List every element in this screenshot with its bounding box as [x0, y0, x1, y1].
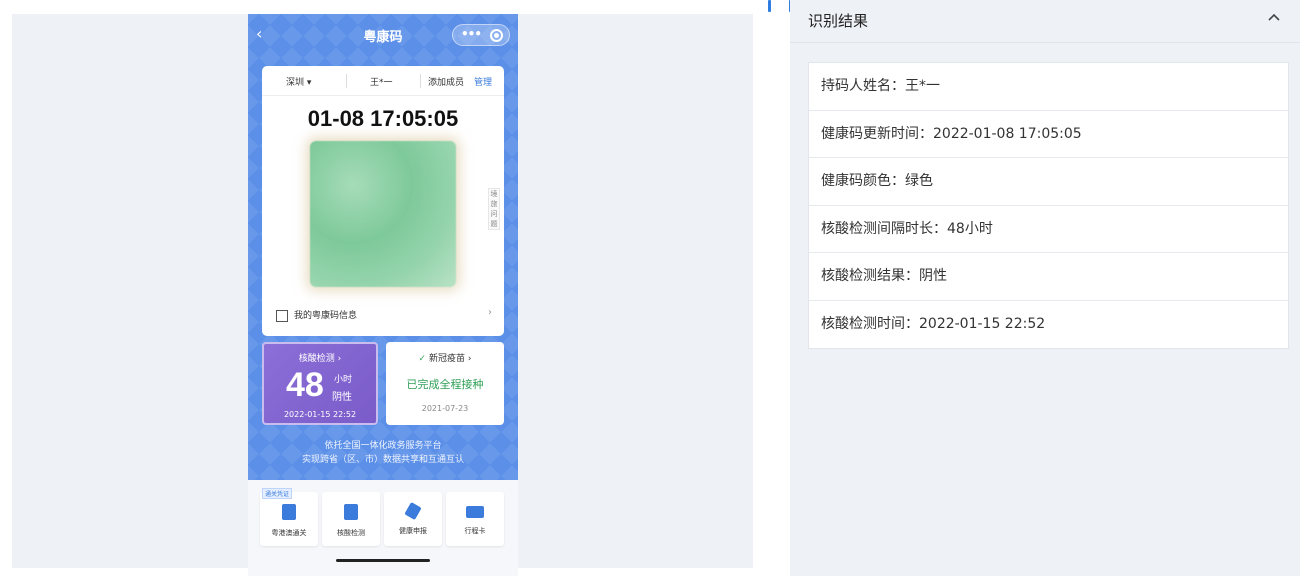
- manage-link[interactable]: 管理: [474, 75, 492, 88]
- update-time: 01-08 17:05:05: [307, 106, 459, 131]
- vaccine-card[interactable]: ✓ 新冠疫苗 › 已完成全程接种 2021-07-23: [386, 342, 504, 425]
- side-label[interactable]: 境 旅 问 题: [488, 188, 500, 230]
- qr-code: [310, 141, 456, 287]
- result-row: 核酸检测时间：2022-01-15 22:52: [821, 315, 1046, 332]
- phone-screenshot: ‹ 粤康码 ••• 深圳 ▾ 王*一 添加成员 管理 01-08 17:05:0…: [248, 14, 518, 576]
- health-code-card: 深圳 ▾ 王*一 添加成员 管理 01-08 17:05:05 境 旅 问 题 …: [262, 66, 504, 336]
- slogan-line-1: 依托全国一体化政务服务平台: [324, 441, 442, 451]
- vaccine-date: 2021-07-23: [421, 404, 469, 413]
- health-code-header-bg: ‹ 粤康码 ••• 深圳 ▾ 王*一 添加成员 管理 01-08 17:05:0…: [248, 14, 518, 480]
- result-row: 健康码颜色：绿色: [809, 158, 1288, 206]
- service-customs[interactable]: 通关凭证 粤港澳通关: [260, 488, 318, 546]
- hours-unit: 小时: [334, 375, 353, 385]
- divider-accent: [768, 0, 771, 12]
- nucleic-test-label: 核酸检测 ›: [298, 354, 342, 364]
- target-icon[interactable]: [490, 29, 503, 42]
- mini-program-capsule[interactable]: •••: [452, 24, 510, 46]
- service-nucleic[interactable]: 核酸检测: [322, 492, 380, 546]
- qr-small-icon: [276, 309, 288, 322]
- nucleic-test-hours: 48: [286, 366, 324, 404]
- service-label: 健康申报: [399, 527, 427, 535]
- service-label: 核酸检测: [337, 529, 365, 537]
- slogan-line-2: 实现跨省（区、市）数据共享和互通互认: [301, 455, 464, 465]
- service-label: 行程卡: [464, 527, 486, 535]
- chevron-up-icon[interactable]: [1268, 12, 1280, 24]
- pen-icon: [404, 501, 422, 521]
- my-info-label: 我的粤康码信息: [294, 311, 358, 321]
- card-icon: [466, 506, 484, 518]
- result-panel-header[interactable]: 识别结果: [790, 0, 1300, 43]
- service-bar: 通关凭证 粤港澳通关 核酸检测 健康申报 行程卡: [260, 488, 506, 548]
- service-itinerary[interactable]: 行程卡: [446, 492, 504, 546]
- page: ‹ 粤康码 ••• 深圳 ▾ 王*一 添加成员 管理 01-08 17:05:0…: [0, 0, 1300, 576]
- add-member-link[interactable]: 添加成员: [428, 75, 464, 88]
- holder-name[interactable]: 王*一: [370, 75, 393, 88]
- divider: [420, 74, 421, 88]
- passport-icon: [282, 504, 296, 520]
- chevron-right-icon: ›: [488, 307, 492, 318]
- result-list: 持码人姓名：王*一 健康码更新时间：2022-01-08 17:05:05 健康…: [808, 62, 1289, 349]
- service-label: 粤港澳通关: [271, 529, 307, 537]
- home-indicator: [336, 559, 430, 562]
- nucleic-test-card[interactable]: 核酸检测 › 48 小时 阴性 2022-01-15 22:52: [262, 342, 378, 425]
- result-panel: 识别结果 持码人姓名：王*一 健康码更新时间：2022-01-08 17:05:…: [790, 0, 1300, 576]
- ellipsis-icon[interactable]: •••: [461, 27, 482, 41]
- result-title: 识别结果: [808, 12, 869, 30]
- nucleic-test-result: 阴性: [332, 392, 352, 403]
- test-tube-icon: [344, 504, 358, 520]
- nucleic-test-date: 2022-01-15 22:52: [283, 410, 357, 419]
- result-row: 核酸检测间隔时长：48小时: [809, 206, 1288, 253]
- service-tag: 通关凭证: [262, 488, 293, 499]
- card-header: 深圳 ▾ 王*一 添加成员 管理: [262, 66, 504, 96]
- my-info-link[interactable]: 我的粤康码信息: [276, 308, 357, 322]
- result-row: 持码人姓名：王*一: [809, 63, 1288, 111]
- check-icon: ✓: [418, 354, 427, 364]
- result-row: 核酸检测结果：阴性: [809, 253, 1288, 301]
- divider: [346, 74, 347, 88]
- vaccine-status: 已完成全程接种: [406, 378, 484, 391]
- vaccine-label: ✓ 新冠疫苗 ›: [418, 354, 472, 364]
- result-row: 健康码更新时间：2022-01-08 17:05:05: [809, 111, 1288, 158]
- city-selector[interactable]: 深圳 ▾: [286, 75, 311, 88]
- service-declare[interactable]: 健康申报: [384, 492, 442, 546]
